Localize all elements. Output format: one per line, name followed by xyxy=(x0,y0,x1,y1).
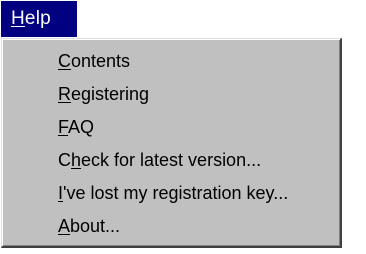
help-menu-list: Contents Registering FAQ Check for lates… xyxy=(2,45,340,243)
menu-item-registering[interactable]: Registering xyxy=(2,78,340,111)
menu-item-faq[interactable]: FAQ xyxy=(2,111,340,144)
help-menu-title-rest: elp xyxy=(24,8,51,29)
help-menu-title-mnemonic: H xyxy=(11,8,25,29)
menu-item-about-mnemonic: A xyxy=(58,216,71,236)
menu-item-check-latest-version-prefix: C xyxy=(58,150,71,170)
menu-item-lost-registration-key-label: 've lost my registration key... xyxy=(63,183,289,203)
help-dropdown-menu: Contents Registering FAQ Check for lates… xyxy=(1,38,342,248)
menu-item-contents[interactable]: Contents xyxy=(2,45,340,78)
menu-item-contents-mnemonic: C xyxy=(58,51,71,71)
menu-item-faq-label: AQ xyxy=(68,117,95,137)
menu-item-registering-label: egistering xyxy=(71,84,150,104)
menu-item-faq-mnemonic: F xyxy=(58,117,69,137)
help-menu-title[interactable]: Help xyxy=(1,1,77,37)
menu-item-check-latest-version[interactable]: Check for latest version... xyxy=(2,144,340,177)
menu-item-about-label: bout... xyxy=(70,216,121,236)
menu-item-about[interactable]: About... xyxy=(2,210,340,243)
screen: Help Contents Registering FAQ Check for … xyxy=(0,0,366,254)
menu-item-contents-label: ontents xyxy=(71,51,131,71)
menu-item-check-latest-version-label: eck for latest version... xyxy=(81,150,262,170)
menu-item-lost-registration-key[interactable]: I've lost my registration key... xyxy=(2,177,340,210)
menu-item-registering-mnemonic: R xyxy=(58,84,71,104)
menu-item-check-latest-version-mnemonic: h xyxy=(71,150,82,170)
